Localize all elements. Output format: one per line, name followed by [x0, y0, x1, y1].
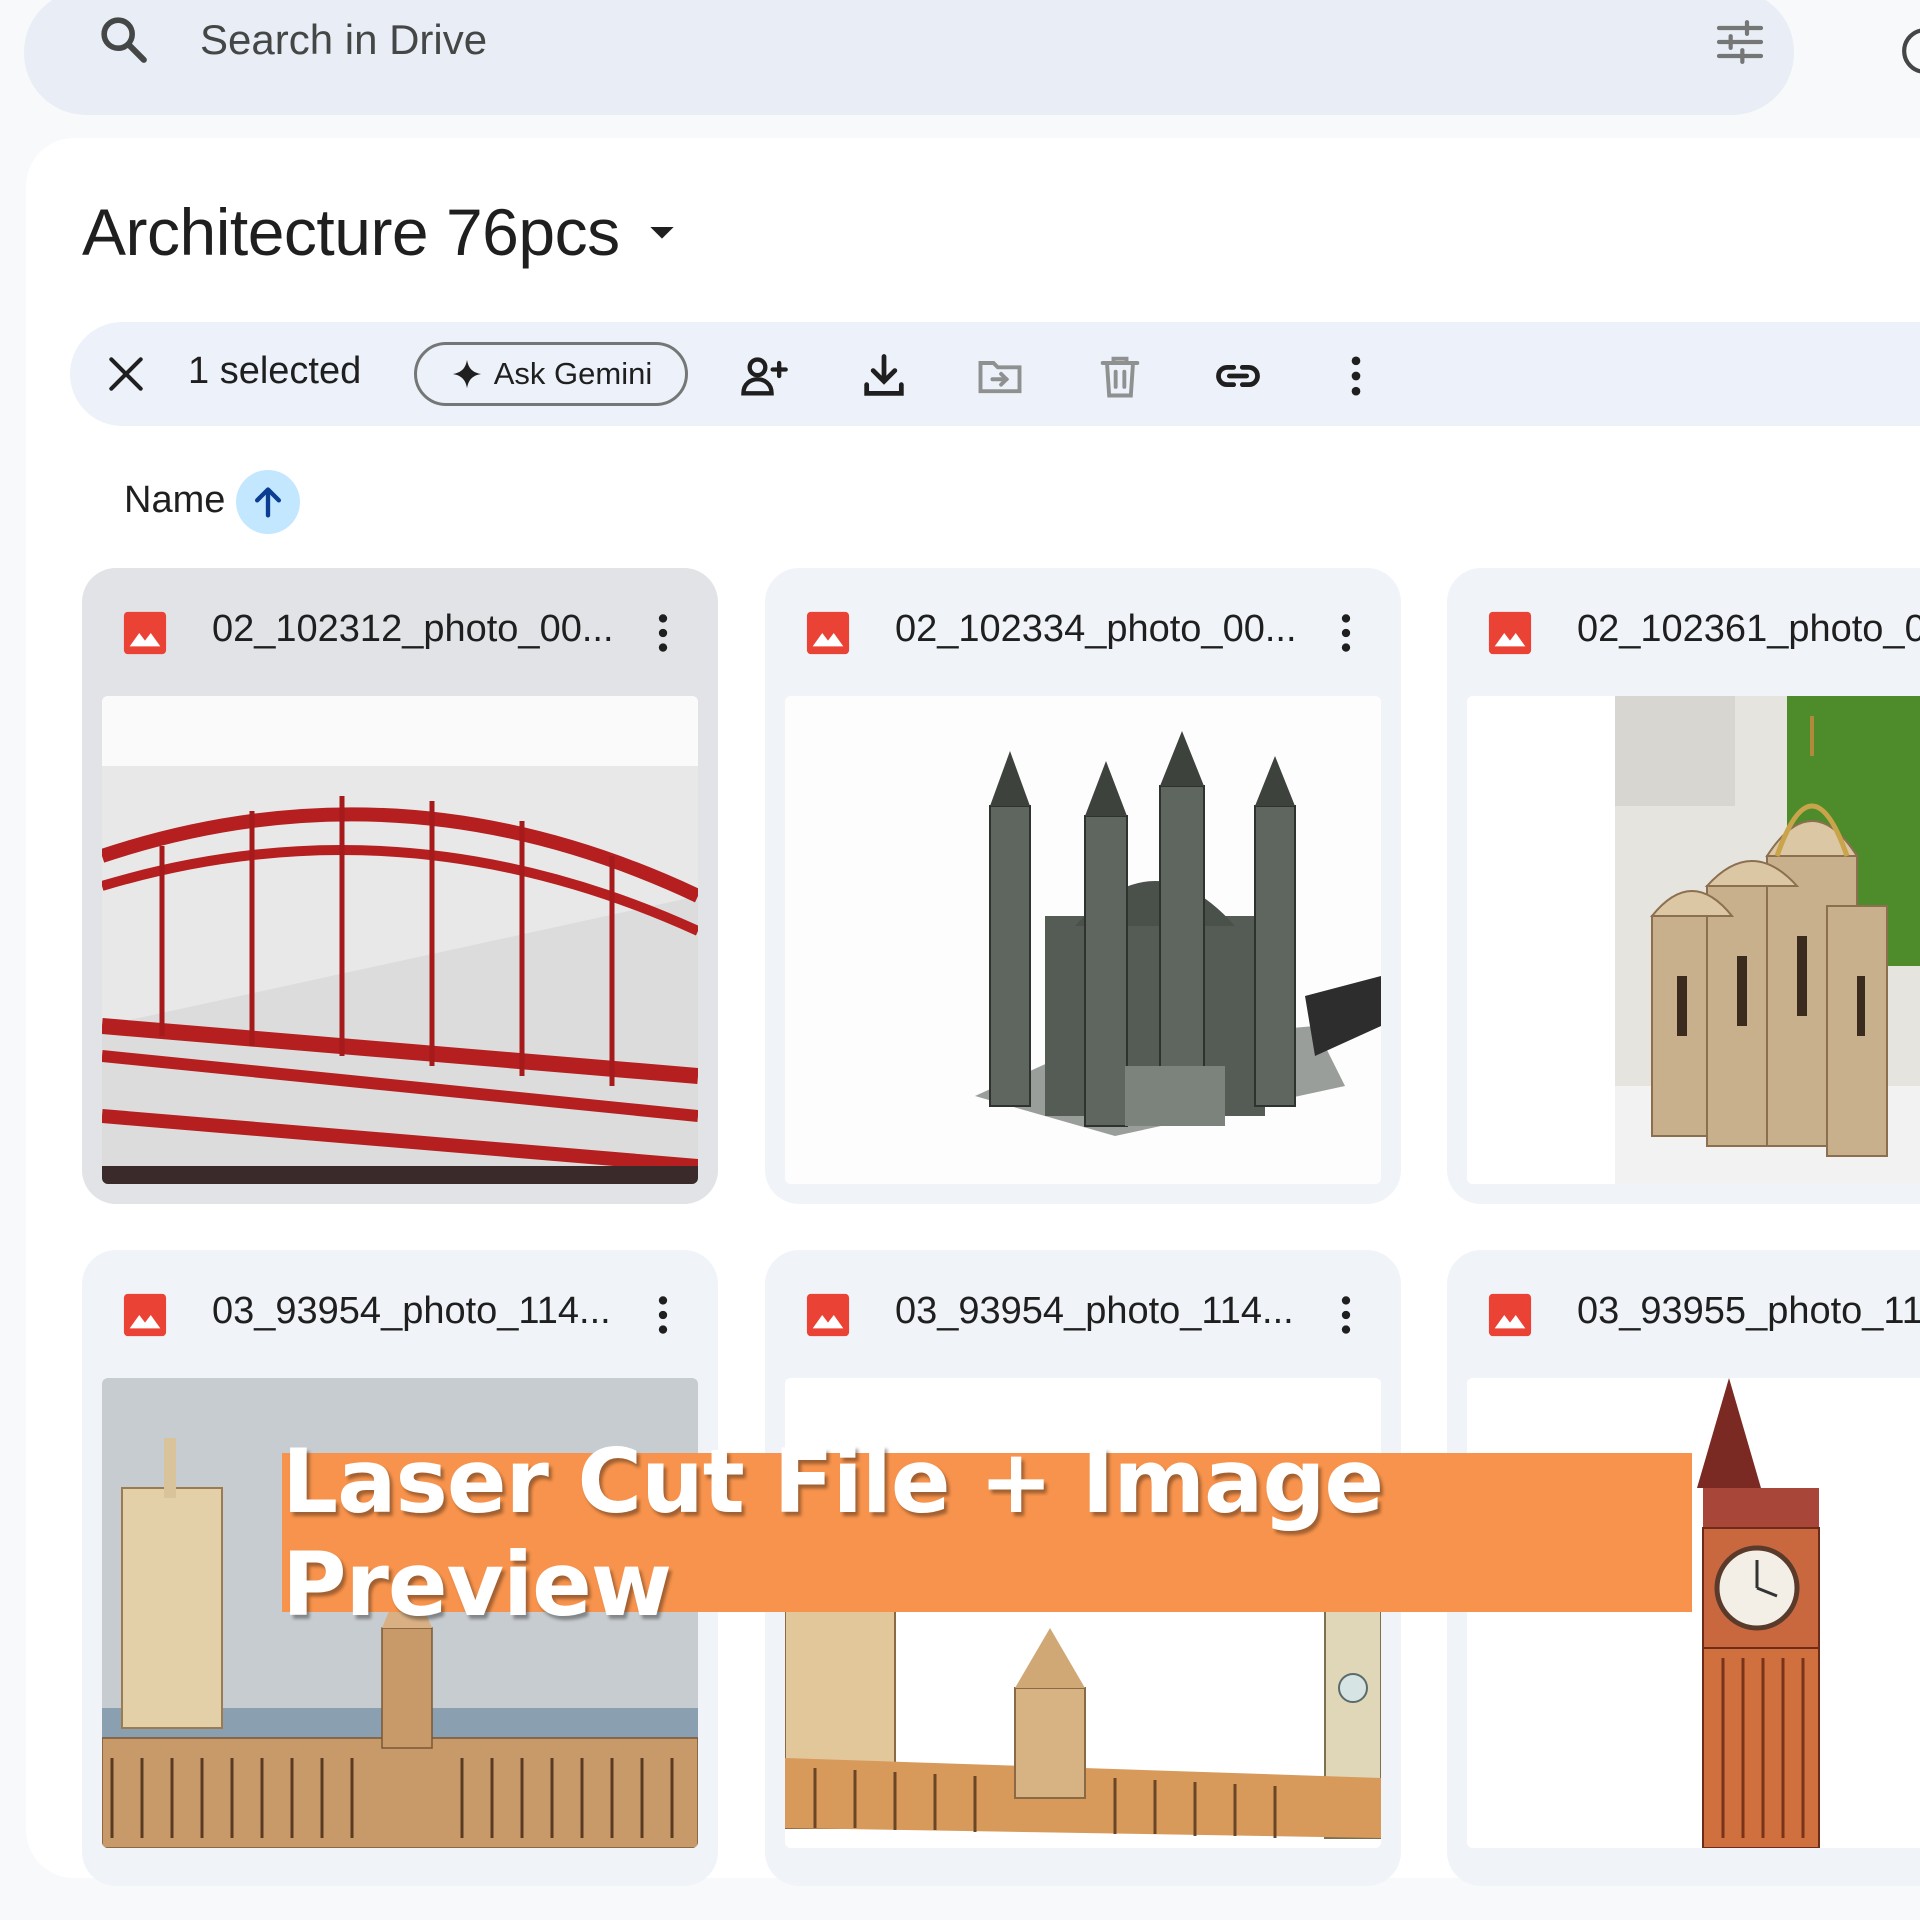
- more-vert-icon[interactable]: [1321, 1290, 1371, 1340]
- more-vert-icon[interactable]: [1330, 350, 1382, 402]
- file-name: 02_102312_photo_00...: [212, 608, 614, 650]
- file-thumbnail: [102, 696, 698, 1184]
- trash-icon[interactable]: [1094, 350, 1146, 402]
- file-name: 03_93954_photo_114...: [895, 1290, 1294, 1332]
- close-icon[interactable]: [104, 352, 148, 396]
- file-card-header: 02_102334_photo_00...: [765, 568, 1401, 696]
- share-icon[interactable]: [738, 350, 790, 402]
- folder-title: Architecture 76pcs: [82, 195, 620, 269]
- move-icon[interactable]: [974, 350, 1026, 402]
- more-vert-icon[interactable]: [1321, 608, 1371, 658]
- file-card[interactable]: 02_102312_photo_00...: [82, 568, 718, 1204]
- search-icon[interactable]: [96, 12, 152, 68]
- ask-gemini-label: Ask Gemini: [493, 356, 653, 391]
- more-vert-icon[interactable]: [638, 1290, 688, 1340]
- ask-gemini-button[interactable]: Ask Gemini: [414, 342, 688, 406]
- download-icon[interactable]: [858, 350, 910, 402]
- file-card-header: 03_93954_photo_114...: [765, 1250, 1401, 1378]
- file-card[interactable]: 02_102361_photo_0: [1447, 568, 1920, 1204]
- link-icon[interactable]: [1212, 350, 1264, 402]
- sparkle-icon: [452, 359, 481, 389]
- file-thumbnail: [785, 696, 1381, 1184]
- image-icon: [1488, 1293, 1532, 1337]
- file-card-header: 02_102312_photo_00...: [82, 568, 718, 696]
- file-card-header: 03_93954_photo_114...: [82, 1250, 718, 1378]
- image-icon: [806, 611, 850, 655]
- file-card[interactable]: 02_102334_photo_00...: [765, 568, 1401, 1204]
- file-name: 02_102334_photo_00...: [895, 608, 1297, 650]
- selection-count: 1 selected: [188, 350, 362, 392]
- search-input[interactable]: [200, 16, 1100, 64]
- drive-window: Architecture 76pcs 1 selected Ask Gemini: [0, 0, 1920, 1920]
- selection-toolbar: 1 selected Ask Gemini: [70, 322, 1920, 426]
- image-icon: [123, 611, 167, 655]
- arrow-up-icon: [255, 487, 281, 518]
- file-name: 02_102361_photo_0: [1577, 608, 1920, 650]
- image-icon: [123, 1293, 167, 1337]
- file-name: 03_93955_photo_11: [1577, 1290, 1920, 1332]
- promo-banner-text: Laser Cut File + Image Preview: [282, 1429, 1384, 1636]
- search-bar[interactable]: [24, 0, 1794, 115]
- more-vert-icon[interactable]: [638, 608, 688, 658]
- file-thumbnail: [1467, 696, 1920, 1184]
- file-card-header: 03_93955_photo_11: [1447, 1250, 1920, 1378]
- file-name: 03_93954_photo_114...: [212, 1290, 611, 1332]
- file-card-header: 02_102361_photo_0: [1447, 568, 1920, 696]
- promo-banner: Laser Cut File + Image Preview: [282, 1430, 1692, 1636]
- image-icon: [806, 1293, 850, 1337]
- filter-icon[interactable]: [1712, 14, 1768, 70]
- sort-direction-button[interactable]: [236, 470, 300, 534]
- sort-name-label[interactable]: Name: [124, 479, 225, 522]
- help-icon[interactable]: [1900, 26, 1920, 76]
- caret-down-icon: [649, 227, 674, 239]
- folder-title-button[interactable]: Architecture 76pcs: [82, 194, 682, 270]
- image-icon: [1488, 611, 1532, 655]
